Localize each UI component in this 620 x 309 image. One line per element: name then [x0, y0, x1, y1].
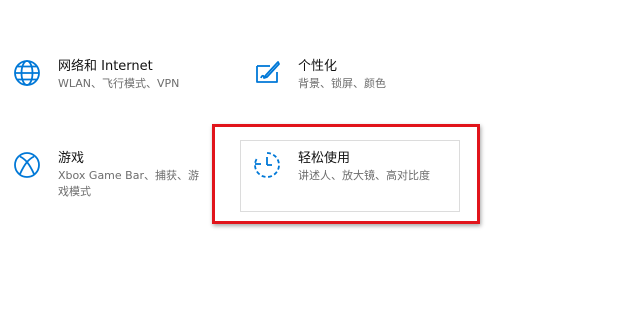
settings-tile-gaming[interactable]: 游戏 Xbox Game Bar、捕获、游戏模式 — [12, 150, 208, 200]
tile-description: 讲述人、放大镜、高对比度 — [298, 169, 430, 182]
tile-description: 背景、锁屏、颜色 — [298, 77, 386, 90]
ease-of-access-timer-icon — [252, 150, 282, 180]
tile-title: 轻松使用 — [298, 151, 351, 166]
xbox-icon — [12, 150, 42, 180]
paint-brush-icon — [252, 58, 282, 88]
tile-description: WLAN、飞行模式、VPN — [58, 77, 180, 90]
tile-title: 网络和 Internet — [58, 59, 153, 74]
tile-title: 游戏 — [58, 151, 85, 166]
tile-title: 个性化 — [298, 59, 338, 74]
settings-tile-ease-of-access[interactable]: 轻松使用 讲述人、放大镜、高对比度 — [252, 150, 430, 184]
settings-tile-network[interactable]: 网络和 Internet WLAN、飞行模式、VPN — [12, 58, 179, 92]
globe-icon — [12, 58, 42, 88]
settings-tile-personalization[interactable]: 个性化 背景、锁屏、颜色 — [252, 58, 386, 92]
tile-description: Xbox Game Bar、捕获、游戏模式 — [58, 169, 199, 198]
